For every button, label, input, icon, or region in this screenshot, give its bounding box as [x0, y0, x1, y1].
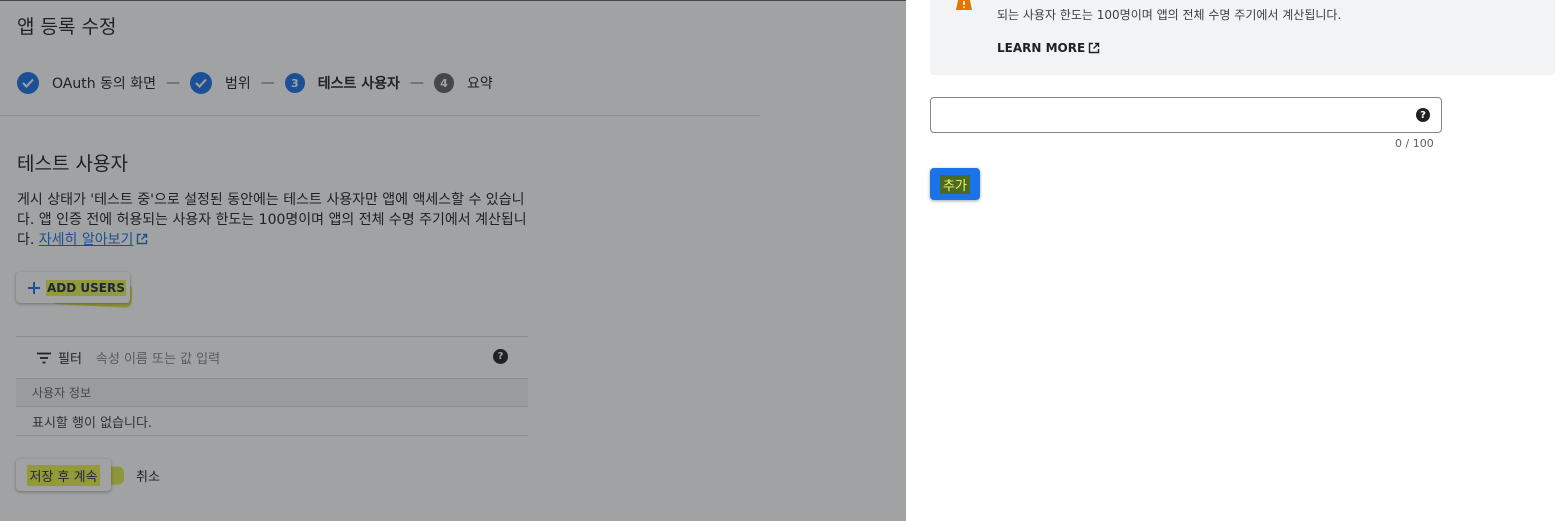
add-button[interactable]: 추가: [930, 168, 980, 200]
add-label: 추가: [940, 174, 970, 194]
help-icon[interactable]: ?: [1416, 108, 1430, 122]
warning-notice: 되는 사용자 한도는 100명이며 앱의 전체 수명 주기에서 계산됩니다. L…: [930, 0, 1555, 75]
external-link-icon: [1088, 42, 1100, 54]
warning-icon: [956, 0, 972, 10]
notice-text: 되는 사용자 한도는 100명이며 앱의 전체 수명 주기에서 계산됩니다.: [997, 8, 1342, 22]
add-users-panel: 되는 사용자 한도는 100명이며 앱의 전체 수명 주기에서 계산됩니다. L…: [906, 0, 1555, 521]
character-counter: 0 / 100: [1395, 137, 1434, 150]
modal-scrim[interactable]: [0, 0, 906, 521]
learn-more-link[interactable]: LEARN MORE: [997, 41, 1100, 55]
user-email-input[interactable]: ?: [930, 97, 1442, 133]
